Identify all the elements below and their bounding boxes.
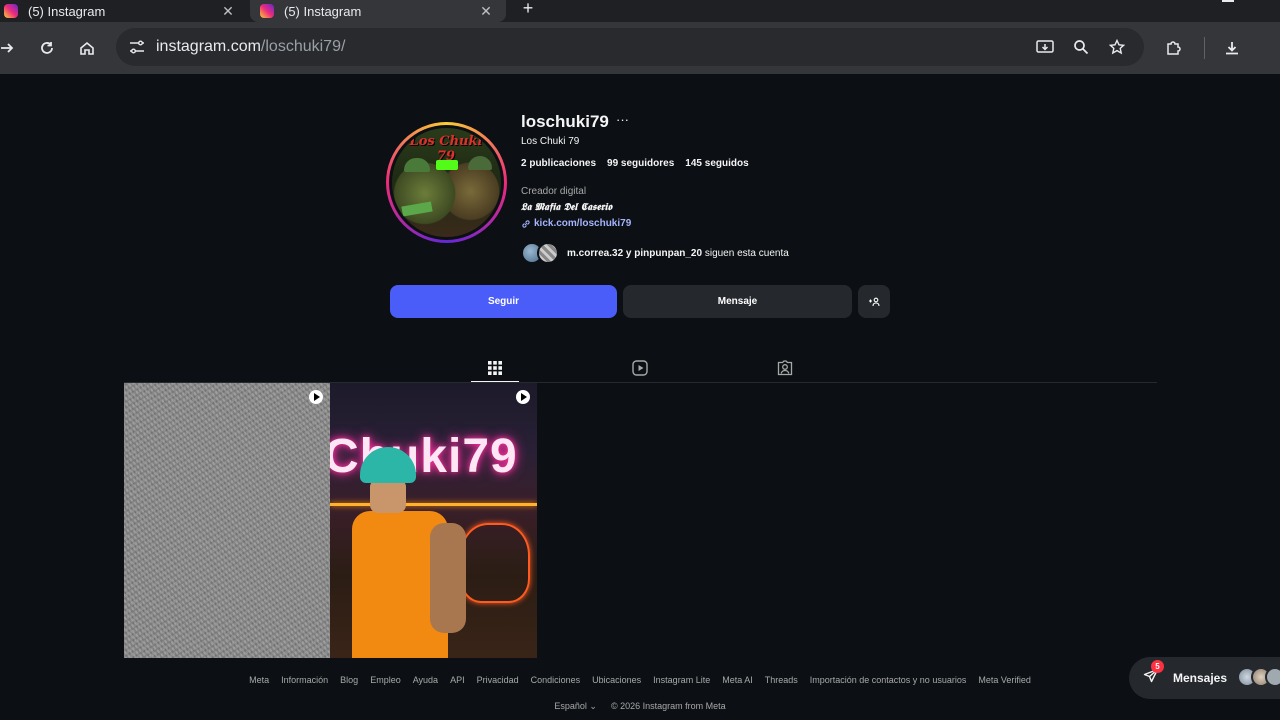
footer-link[interactable]: API [450,675,465,685]
add-person-icon [869,297,880,306]
grid-icon [488,360,502,375]
close-tab-icon[interactable]: ✕ [476,3,496,20]
post-thumbnail-1[interactable] [124,383,330,658]
instagram-favicon-icon [260,4,274,18]
reels-icon [632,360,648,376]
tab-title: (5) Instagram [28,3,106,19]
footer-link[interactable]: Información [281,675,328,685]
footer-bottom: Español ⌄ © 2026 Instagram from Meta [0,701,1280,712]
footer-link[interactable]: Ubicaciones [592,675,641,685]
footer-links: Meta Información Blog Empleo Ayuda API P… [0,675,1280,685]
more-options-icon[interactable]: ··· [616,112,629,127]
profile-bio: 𝕷𝖆 𝕸𝖆𝖋𝖎𝖆 𝕯𝖊𝖑 𝕮𝖆𝖘𝖊𝖗𝖎𝖔 [521,202,612,213]
avatar-logo-text: Los Chuki 79 [409,134,483,164]
home-icon[interactable] [74,35,100,61]
post-thumbnail-2[interactable]: Chuki79 [330,383,537,658]
install-app-icon[interactable] [1034,36,1056,58]
message-avatars [1237,667,1280,687]
footer-link[interactable]: Empleo [370,675,401,685]
follow-button[interactable]: Seguir [390,285,617,318]
unread-badge: 5 [1151,660,1164,673]
window-minimize-icon[interactable] [1222,0,1234,2]
avatar-image: Los Chuki 79 [392,128,501,237]
reel-play-icon [516,390,530,404]
footer-link[interactable]: Meta Verified [978,675,1031,685]
footer-link[interactable]: Threads [765,675,798,685]
followers-count[interactable]: 99 seguidores [607,158,674,169]
reload-icon[interactable] [34,35,60,61]
link-icon [522,219,530,228]
profile-avatar[interactable]: Los Chuki 79 [386,122,507,243]
footer-link[interactable]: Ayuda [413,675,438,685]
footer-link[interactable]: Blog [340,675,358,685]
footer-link[interactable]: Instagram Lite [653,675,710,685]
tab-reels[interactable] [616,354,664,382]
site-info-tune-icon[interactable] [126,36,148,58]
avatar [1265,667,1280,687]
message-button[interactable]: Mensaje [623,285,852,318]
profile-stats: 2 publicaciones 99 seguidores 145 seguid… [521,158,749,169]
instagram-favicon-icon [4,4,18,18]
close-tab-icon[interactable]: ✕ [218,3,238,20]
zoom-icon[interactable] [1070,36,1092,58]
url-path: /loschuki79/ [260,38,346,55]
reel-play-icon [309,390,323,404]
footer-link[interactable]: Importación de contactos y no usuarios [810,675,967,685]
following-count[interactable]: 145 seguidos [685,158,748,169]
new-tab-plus-icon[interactable]: + [516,0,540,19]
followed-by[interactable]: m.correa.32 y pinpunpan_20 siguen esta c… [521,242,789,264]
profile-link-text: kick.com/loschuki79 [534,218,632,229]
browser-tab-2-active[interactable]: (5) Instagram ✕ [250,0,506,22]
kick-logo-icon [436,160,458,170]
downloads-icon[interactable] [1219,35,1245,61]
suggested-accounts-button[interactable] [858,285,890,318]
footer-link[interactable]: Privacidad [477,675,519,685]
forward-arrow-icon[interactable] [0,35,20,61]
profile-external-link[interactable]: kick.com/loschuki79 [521,218,631,229]
followed-by-names: m.correa.32 y pinpunpan_20 [567,247,703,259]
chevron-down-icon: ⌄ [589,701,597,711]
bookmark-star-icon[interactable] [1106,36,1128,58]
messages-label: Mensajes [1173,671,1228,685]
messenger-send-icon: 5 [1143,660,1164,688]
neon-sign-text: Chuki79 [330,430,518,483]
extensions-puzzle-icon[interactable] [1160,35,1186,61]
footer-link[interactable]: Meta [249,675,269,685]
tab-posts-grid[interactable] [471,354,519,383]
tagged-person-icon [777,360,793,376]
profile-full-name: Los Chuki 79 [521,136,580,147]
copyright: © 2026 Instagram from Meta [610,701,726,711]
address-bar[interactable]: instagram.com/loschuki79/ [116,28,1144,66]
tab-tagged[interactable] [761,354,809,382]
toolbar-separator [1204,37,1205,59]
url-host: instagram.com [156,38,261,55]
url-text[interactable]: instagram.com/loschuki79/ [156,38,345,56]
profile-username: loschuki79 [521,112,609,131]
browser-tab-strip: (5) Instagram ✕ (5) Instagram ✕ + [0,0,1280,22]
language-select[interactable]: Español ⌄ [554,701,597,712]
posts-count: 2 publicaciones [521,158,597,169]
footer-link[interactable]: Meta AI [722,675,753,685]
browser-toolbar: instagram.com/loschuki79/ [0,22,1280,74]
followed-by-suffix: siguen esta cuenta [702,247,789,259]
profile-category: Creador digital [521,186,587,197]
browser-tab-1[interactable]: (5) Instagram ✕ [0,0,248,22]
follower-avatar [537,242,559,264]
tab-title: (5) Instagram [284,3,362,19]
footer-link[interactable]: Condiciones [531,675,581,685]
messages-pill[interactable]: 5 Mensajes [1129,657,1280,699]
